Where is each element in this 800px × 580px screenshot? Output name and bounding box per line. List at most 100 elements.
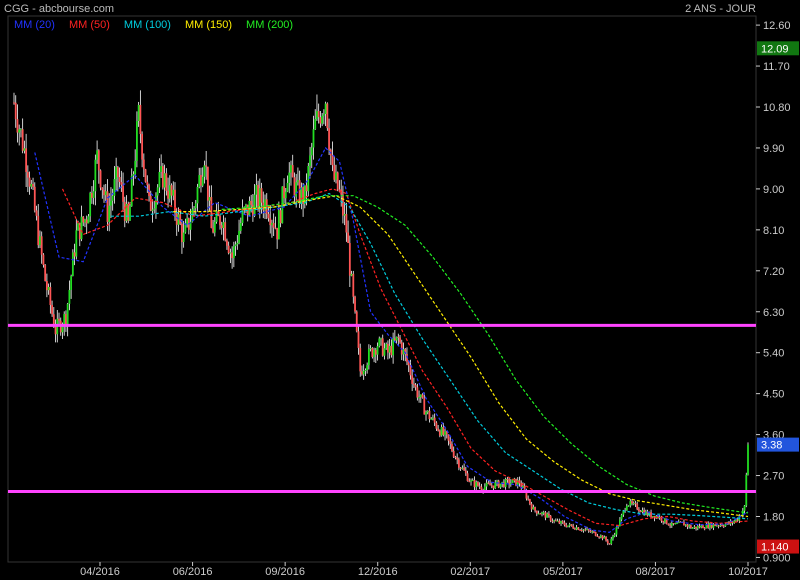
candle-body (546, 513, 549, 518)
candle-body (565, 525, 568, 527)
candle-body (28, 177, 31, 187)
candle-body (208, 197, 211, 201)
candle-body (134, 160, 137, 175)
candle-body (556, 520, 559, 522)
candle-body (245, 204, 247, 208)
candle-body (54, 326, 57, 335)
candle-body (586, 529, 588, 531)
candle-body (61, 326, 64, 333)
y-tick-label: 4.50 (763, 389, 784, 401)
candle-body (161, 166, 164, 188)
candle-body (743, 505, 746, 511)
candle-body (99, 170, 102, 188)
candle-body (383, 348, 386, 356)
candle-body (359, 347, 362, 372)
candle-body (87, 216, 90, 224)
x-tick-label: 09/2016 (265, 566, 305, 578)
candle-body (366, 365, 369, 371)
candle-body (297, 180, 299, 183)
candle-body (589, 530, 592, 533)
candle-body (575, 527, 578, 530)
candle-body (205, 165, 208, 167)
candle-body (288, 172, 291, 183)
candle-body (470, 480, 472, 482)
candle-body (440, 426, 443, 436)
candle-body (30, 183, 33, 187)
candle-body (286, 182, 289, 192)
candle-body (696, 526, 699, 529)
y-tick-label: 9.00 (763, 184, 784, 196)
candle-body (542, 512, 545, 514)
candle-body (179, 214, 182, 224)
candle-body (693, 526, 696, 528)
candle-body (347, 232, 350, 244)
candle-body (425, 412, 427, 415)
candle-body (568, 524, 571, 526)
candle-body (385, 343, 388, 349)
candle-body (92, 191, 95, 198)
candle-body (236, 242, 239, 245)
candle-body (625, 505, 628, 511)
candle-body (490, 485, 493, 487)
candle-body (421, 394, 424, 398)
candle-body (567, 525, 569, 527)
candle-body (650, 512, 652, 518)
candle-body (651, 516, 654, 518)
candle-body (471, 480, 474, 482)
x-tick-label: 12/2016 (358, 566, 398, 578)
candle-body (33, 186, 36, 211)
candle-body (390, 345, 393, 356)
candle-body (115, 167, 118, 180)
candle-body (172, 189, 175, 196)
candle-body (149, 196, 152, 211)
candle-body (433, 417, 436, 423)
candle-body (284, 191, 287, 199)
candle-body (201, 176, 204, 186)
candle-body (322, 113, 325, 116)
candle-body (380, 338, 382, 340)
candle-body (703, 528, 706, 530)
candle-body (475, 482, 478, 488)
candle-body (20, 129, 22, 131)
candle-body (432, 417, 434, 419)
candle-body (534, 507, 536, 511)
candle-body (210, 197, 213, 229)
price-label-current: 3.38 (761, 440, 782, 452)
candle-body (374, 349, 377, 355)
candle-body (449, 440, 452, 445)
candle-body (229, 252, 232, 254)
candle-body (174, 189, 176, 214)
candle-body (89, 192, 92, 217)
candle-body (541, 512, 543, 514)
candle-body (104, 191, 107, 196)
candle-body (627, 505, 630, 507)
candle-body (466, 473, 469, 482)
candle-body (584, 529, 587, 531)
candle-body (142, 159, 145, 170)
candle-body (305, 185, 308, 192)
candle-body (123, 201, 126, 221)
candle-body (70, 276, 73, 290)
x-tick-label: 05/2017 (543, 566, 583, 578)
candle-body (300, 187, 303, 204)
candle-body (51, 305, 53, 315)
candle-body (371, 348, 374, 357)
candle-body (153, 208, 156, 210)
candle-body (203, 165, 206, 177)
candle-body (44, 264, 47, 282)
candle-body (423, 397, 426, 415)
candle-body (722, 525, 725, 527)
candle-body (163, 173, 166, 188)
candle-body (594, 531, 597, 536)
candle-body (463, 467, 465, 471)
candle-body (537, 513, 540, 515)
candle-body (319, 117, 322, 124)
y-axis: 12.60 11.70 10.80 9.90 9.00 8.10 7.20 6.30 5.40 4… (756, 20, 791, 564)
candle-body (110, 200, 112, 206)
candle-body (343, 214, 346, 216)
candle-body (18, 129, 21, 133)
candle-body (503, 481, 505, 487)
candle-body (458, 459, 460, 468)
candle-body (250, 200, 253, 205)
candle-body (411, 375, 414, 384)
